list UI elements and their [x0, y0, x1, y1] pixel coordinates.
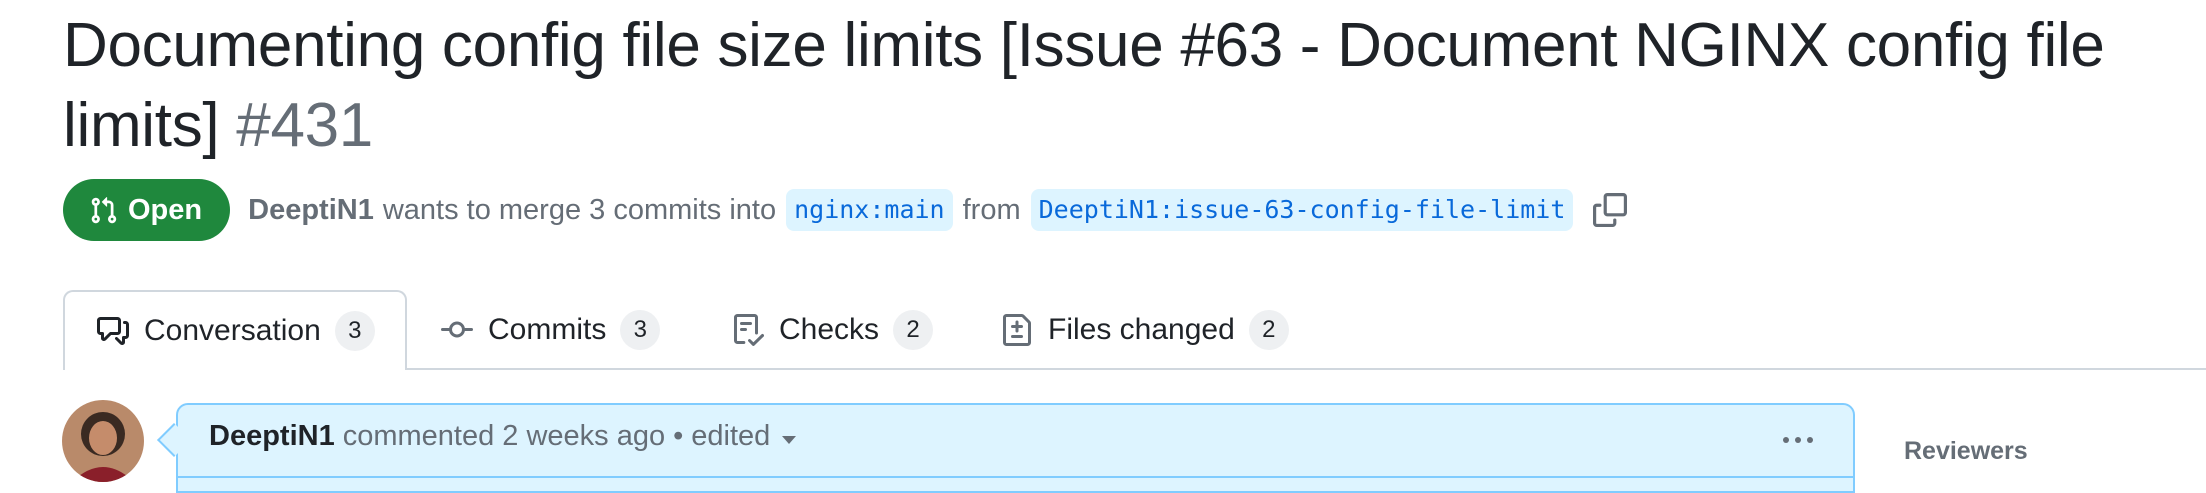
- checklist-icon: [734, 314, 764, 346]
- comment-header-divider: [176, 476, 1855, 478]
- comment-header: DeeptiN1 commented 2 weeks ago • edited: [209, 420, 797, 453]
- merge-summary: DeeptiN1 wants to merge 3 commits into n…: [248, 189, 1628, 231]
- tab-conversation-count: 3: [334, 311, 375, 351]
- pr-number: #431: [236, 91, 373, 160]
- kebab-horizontal-icon[interactable]: [1778, 420, 1818, 460]
- tab-files-changed[interactable]: Files changed 2: [1001, 290, 1289, 370]
- pr-title: Documenting config file size limits [Iss…: [63, 6, 2173, 166]
- tab-checks-count: 2: [893, 310, 934, 350]
- git-commit-icon: [441, 321, 473, 338]
- tab-files-changed-count: 2: [1248, 310, 1289, 350]
- pr-author-link[interactable]: DeeptiN1: [248, 194, 374, 227]
- avatar[interactable]: [62, 400, 144, 482]
- reviewers-label[interactable]: Reviewers: [1904, 437, 2028, 466]
- avatar-image: [62, 400, 144, 482]
- comment-author-link[interactable]: DeeptiN1: [209, 420, 335, 453]
- tab-checks[interactable]: Checks 2: [732, 290, 934, 370]
- base-branch[interactable]: nginx:main: [786, 189, 953, 231]
- tab-conversation-label: Conversation: [144, 314, 321, 347]
- tab-conversation[interactable]: Conversation 3: [63, 290, 407, 370]
- git-pull-request-icon: [91, 196, 117, 223]
- comment-action: commented: [342, 420, 495, 452]
- tab-checks-label: Checks: [779, 313, 880, 346]
- comment-discussion-icon: [97, 317, 129, 345]
- copy-icon[interactable]: [1593, 193, 1628, 227]
- chevron-down-icon[interactable]: [782, 435, 797, 444]
- comment-separator: •: [673, 420, 684, 452]
- pr-meta-row: Open DeeptiN1 wants to merge 3 commits i…: [63, 179, 1628, 241]
- state-label: Open: [128, 193, 203, 226]
- tab-files-changed-label: Files changed: [1048, 313, 1235, 346]
- from-text: from: [962, 193, 1021, 226]
- merge-summary-text: wants to merge 3 commits into: [382, 193, 777, 226]
- file-diff-icon: [1003, 314, 1031, 346]
- tab-commits-count: 3: [620, 310, 661, 350]
- comment-time[interactable]: 2 weeks ago: [502, 420, 665, 453]
- head-branch[interactable]: DeeptiN1:issue-63-config-file-limit: [1030, 189, 1574, 231]
- tab-commits-label: Commits: [488, 313, 607, 346]
- comment-edited[interactable]: edited: [691, 420, 770, 453]
- tab-commits[interactable]: Commits 3: [441, 290, 661, 370]
- state-badge: Open: [63, 179, 231, 241]
